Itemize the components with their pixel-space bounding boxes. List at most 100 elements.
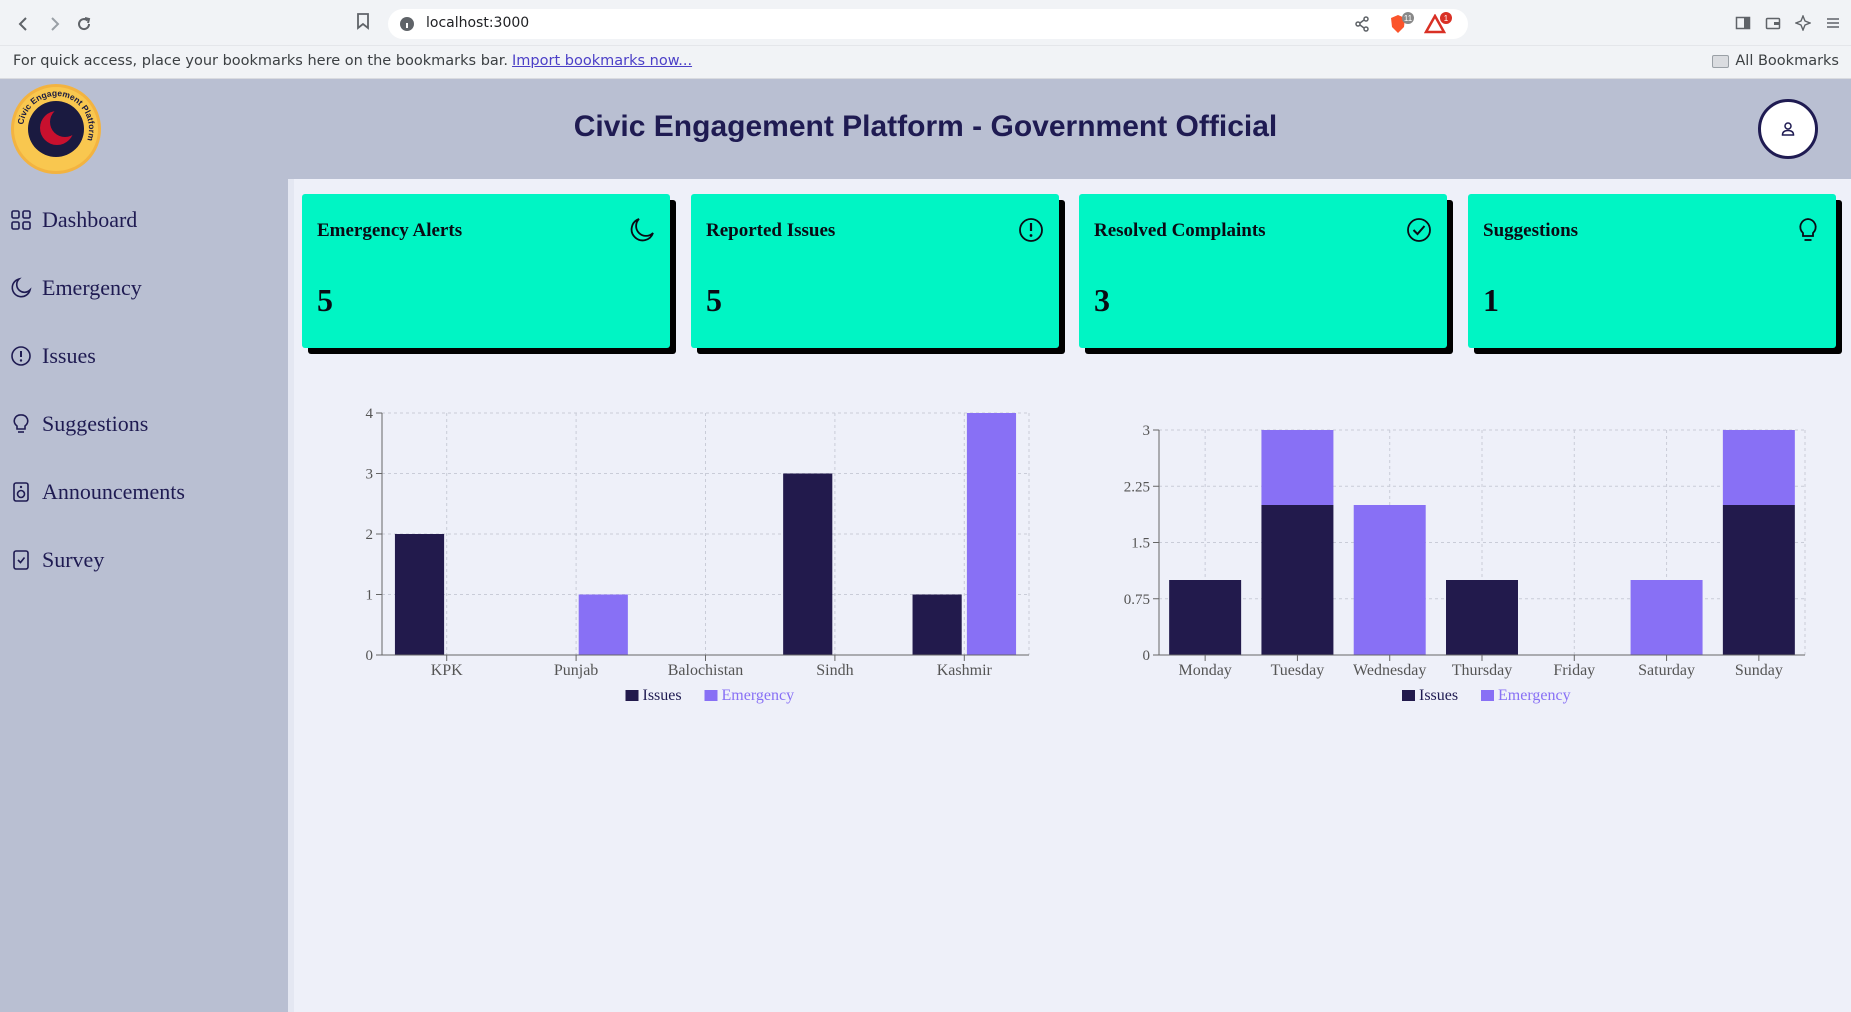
sidebar-toggle-icon[interactable] bbox=[1735, 15, 1753, 33]
y-tick-label: 2.25 bbox=[1124, 479, 1150, 495]
reload-icon[interactable] bbox=[72, 12, 96, 36]
bar-emergency bbox=[966, 413, 1017, 655]
legend-label-issues: Issues bbox=[1419, 687, 1458, 704]
legend-swatch-issues bbox=[1402, 690, 1415, 701]
chart-by-weekday: 0 0.75 1.5 2.25 3 Monday Tuesday Wednesday Thurs… bbox=[1105, 395, 1825, 725]
brave-shields-icon[interactable]: 11 bbox=[1388, 12, 1414, 34]
alert-circle-icon bbox=[11, 346, 31, 366]
moon-icon bbox=[11, 277, 32, 298]
alert-circle-icon bbox=[1019, 218, 1043, 242]
y-tick-label: 2 bbox=[366, 527, 374, 543]
card-value: 5 bbox=[706, 282, 722, 318]
app-header: Civic Engagement Platform Civic Engageme… bbox=[0, 79, 1851, 179]
legend-label-issues: Issues bbox=[643, 687, 682, 704]
x-tick-label: Tuesday bbox=[1271, 662, 1325, 679]
card-reported-issues[interactable]: Reported Issues 5 bbox=[691, 194, 1059, 348]
shields-badge: 11 bbox=[1402, 12, 1414, 24]
bar-emergency bbox=[1722, 430, 1795, 505]
chart-legend: Issues Emergency bbox=[625, 687, 795, 704]
y-tick-label: 1 bbox=[366, 588, 374, 604]
sidebar-item-label: Survey bbox=[42, 547, 105, 572]
import-bookmarks-link[interactable]: Import bookmarks now... bbox=[512, 53, 692, 69]
brave-rewards-icon[interactable]: 1 bbox=[1423, 12, 1452, 34]
sidebar-item-label: Issues bbox=[42, 343, 96, 368]
card-value: 5 bbox=[317, 282, 333, 318]
card-title: Suggestions bbox=[1483, 220, 1579, 241]
sidebar-item-dashboard[interactable]: Dashboard bbox=[10, 203, 137, 237]
bookmarks-message-text: For quick access, place your bookmarks h… bbox=[13, 53, 509, 69]
bar-emergency bbox=[1261, 430, 1334, 505]
clipboard-check-icon bbox=[13, 550, 29, 570]
legend-label-emergency: Emergency bbox=[1498, 687, 1571, 704]
browser-toolbar: localhost:3000 11 1 bbox=[0, 0, 1851, 46]
card-title: Reported Issues bbox=[706, 220, 836, 241]
speaker-icon bbox=[13, 482, 29, 502]
y-tick-label: 3 bbox=[1143, 423, 1151, 439]
x-tick-label: Saturday bbox=[1638, 662, 1695, 679]
menu-icon[interactable] bbox=[1825, 15, 1843, 33]
legend-swatch-emergency bbox=[1481, 690, 1494, 701]
x-tick-label: Sunday bbox=[1735, 662, 1783, 679]
site-info-icon[interactable] bbox=[400, 17, 414, 31]
bar-emergency bbox=[1353, 505, 1426, 655]
sidebar-item-label: Suggestions bbox=[42, 411, 149, 436]
y-tick-label: 1.5 bbox=[1131, 536, 1150, 552]
moon-icon bbox=[630, 218, 654, 242]
bar-issues bbox=[912, 594, 962, 655]
x-tick-label: Friday bbox=[1553, 662, 1595, 679]
legend-swatch-emergency bbox=[704, 690, 718, 701]
share-icon[interactable] bbox=[1354, 16, 1370, 32]
back-icon[interactable] bbox=[12, 12, 36, 36]
card-emergency-alerts[interactable]: Emergency Alerts 5 bbox=[302, 194, 670, 348]
card-value: 1 bbox=[1483, 282, 1499, 318]
lightbulb-icon bbox=[1799, 218, 1817, 241]
bar-issues bbox=[1722, 505, 1795, 655]
legend-label-emergency: Emergency bbox=[722, 687, 795, 704]
legend-swatch-issues bbox=[625, 690, 639, 701]
user-icon bbox=[1781, 122, 1795, 136]
x-tick-label: Kashmir bbox=[937, 662, 993, 679]
x-tick-label: Monday bbox=[1178, 662, 1231, 679]
x-tick-label: Thursday bbox=[1452, 662, 1512, 679]
folder-icon bbox=[1712, 54, 1730, 68]
card-title: Emergency Alerts bbox=[317, 220, 463, 241]
address-bar[interactable]: localhost:3000 11 1 bbox=[388, 9, 1468, 39]
chart-legend: Issues Emergency bbox=[1402, 687, 1571, 704]
url-text: localhost:3000 bbox=[426, 15, 530, 31]
forward-icon[interactable] bbox=[42, 12, 66, 36]
sidebar-item-emergency[interactable]: Emergency bbox=[10, 271, 142, 305]
bar-emergency bbox=[578, 594, 628, 655]
sidebar-item-label: Announcements bbox=[42, 479, 185, 504]
wallet-icon[interactable] bbox=[1765, 15, 1783, 33]
y-tick-label: 0 bbox=[366, 648, 374, 664]
sidebar-item-issues[interactable]: Issues bbox=[10, 339, 96, 373]
bar-emergency bbox=[1630, 580, 1703, 655]
rewards-badge: 1 bbox=[1440, 12, 1452, 24]
sidebar-item-survey[interactable]: Survey bbox=[10, 543, 104, 577]
all-bookmarks-button[interactable]: All Bookmarks bbox=[1712, 53, 1839, 69]
sidebar-item-label: Emergency bbox=[42, 275, 142, 300]
bar-issues bbox=[1261, 505, 1334, 655]
chart-by-region: 0 1 2 3 4 KPK Punjab Balochistan Sindh Kashmir Iss… bbox=[340, 395, 1040, 725]
page-title: Civic Engagement Platform - Government O… bbox=[573, 110, 1278, 143]
y-tick-label: 0.75 bbox=[1124, 592, 1150, 608]
card-title: Resolved Complaints bbox=[1094, 220, 1266, 241]
lightbulb-icon bbox=[13, 414, 29, 433]
bar-issues bbox=[394, 534, 445, 655]
sidebar: Dashboard Emergency Issues Suggestions A… bbox=[0, 179, 294, 1012]
bar-issues bbox=[783, 473, 833, 655]
card-value: 3 bbox=[1094, 282, 1110, 318]
card-resolved-complaints[interactable]: Resolved Complaints 3 bbox=[1079, 194, 1447, 348]
bookmark-icon[interactable] bbox=[356, 12, 376, 36]
sidebar-item-announcements[interactable]: Announcements bbox=[10, 475, 185, 509]
sidebar-item-suggestions[interactable]: Suggestions bbox=[10, 407, 148, 441]
x-tick-label: Balochistan bbox=[668, 662, 744, 679]
all-bookmarks-label: All Bookmarks bbox=[1735, 53, 1839, 69]
check-circle-icon bbox=[1407, 218, 1431, 242]
bar-issues bbox=[1446, 580, 1518, 655]
card-suggestions[interactable]: Suggestions 1 bbox=[1468, 194, 1836, 348]
profile-button[interactable] bbox=[1758, 99, 1818, 159]
leo-ai-icon[interactable] bbox=[1794, 14, 1813, 33]
bar-issues bbox=[1169, 580, 1242, 655]
weekday-bar-chart: 0 0.75 1.5 2.25 3 Monday Tuesday Wednesday Thurs… bbox=[1124, 423, 1806, 704]
